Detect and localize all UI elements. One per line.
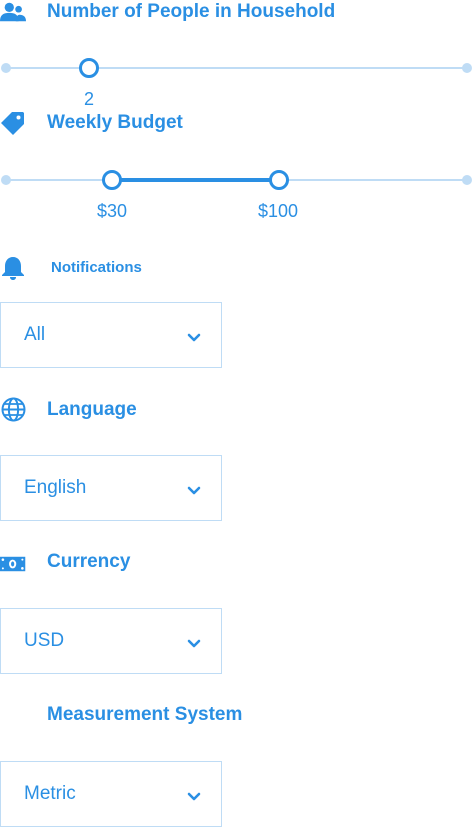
measurement-select-value: Metric — [24, 783, 76, 804]
household-slider-thumb[interactable] — [79, 58, 99, 78]
measurement-label: Measurement System — [47, 704, 243, 725]
notifications-select[interactable]: All — [0, 302, 222, 368]
users-icon — [0, 0, 26, 24]
chevron-down-icon — [187, 483, 201, 495]
currency-select[interactable]: USD — [0, 608, 222, 674]
budget-high-value: $100 — [257, 201, 299, 221]
household-value: 2 — [83, 89, 95, 109]
budget-range-slider[interactable] — [0, 168, 473, 192]
measurement-select[interactable]: Metric — [0, 761, 222, 827]
tag-icon — [0, 111, 26, 135]
globe-icon — [0, 397, 26, 421]
language-select-value: English — [24, 477, 87, 498]
budget-slider-start — [1, 175, 11, 185]
budget-low-value: $30 — [96, 201, 128, 221]
household-slider-end — [462, 63, 472, 73]
chevron-down-icon — [187, 789, 201, 801]
household-label: Number of People in Household — [47, 1, 336, 22]
budget-label: Weekly Budget — [47, 112, 183, 133]
notifications-select-value: All — [24, 324, 46, 345]
language-label: Language — [47, 399, 137, 420]
chevron-down-icon — [187, 330, 201, 342]
budget-range-fill — [112, 178, 280, 182]
budget-low-thumb[interactable] — [102, 170, 122, 190]
household-slider[interactable] — [0, 56, 473, 80]
preferences-form: Number of People in Household 2 Weekly B… — [0, 0, 473, 829]
money-bill-icon — [0, 552, 26, 576]
household-slider-track[interactable] — [6, 67, 467, 69]
language-select[interactable]: English — [0, 455, 222, 521]
chevron-down-icon — [187, 636, 201, 648]
currency-label: Currency — [47, 551, 131, 572]
currency-select-value: USD — [24, 630, 65, 651]
household-slider-start — [1, 63, 11, 73]
bell-icon — [0, 256, 26, 280]
budget-slider-end — [462, 175, 472, 185]
budget-high-thumb[interactable] — [269, 170, 289, 190]
notifications-label: Notifications — [51, 259, 142, 276]
